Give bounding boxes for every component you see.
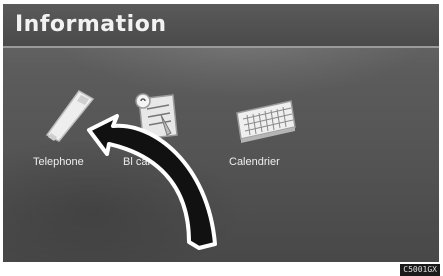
notepad-icon (135, 93, 178, 140)
menu-item-telephone[interactable]: Telephone (33, 89, 113, 169)
title-divider (3, 46, 439, 48)
figure-code: C5001GX (400, 264, 440, 276)
menu-item-label: Bl carte (123, 156, 161, 168)
menu-item-label: Telephone (33, 156, 84, 168)
calendar-icon (236, 100, 296, 143)
page-title: Information (15, 12, 167, 37)
telephone-icon (45, 90, 95, 142)
bottom-band (3, 262, 439, 274)
title-bar: Information (3, 4, 439, 46)
information-screen: Information Telephone Bl carte Calendrie… (3, 4, 439, 262)
menu-item-calendar[interactable]: Calendrier (227, 89, 307, 169)
menu-item-label: Calendrier (229, 156, 280, 168)
menu-item-notepad[interactable]: Bl carte (115, 89, 195, 169)
